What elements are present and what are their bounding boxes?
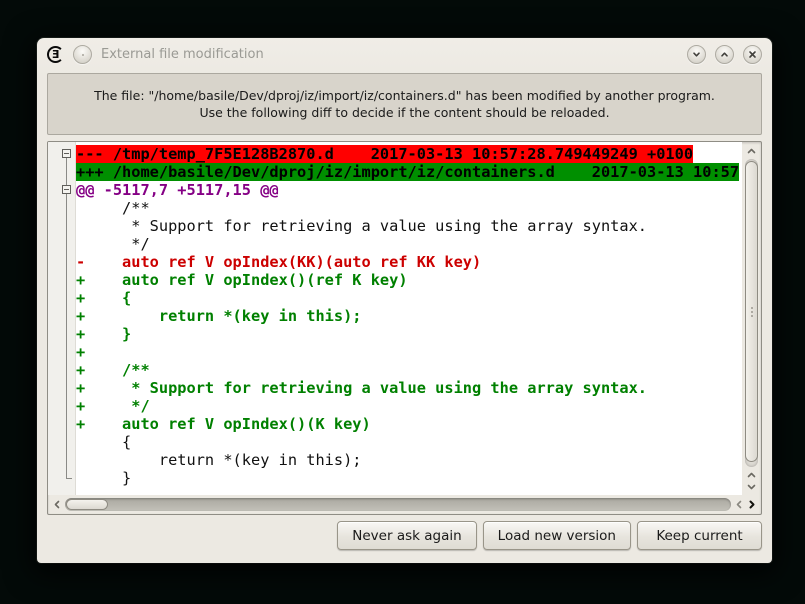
fold-collapse-icon[interactable] [62, 185, 71, 194]
dialog-button-row: Never ask again Load new version Keep cu… [47, 521, 762, 550]
diff-line-text: + { [76, 289, 131, 307]
diff-line-text: + [76, 343, 85, 361]
diff-line: - auto ref V opIndex(KK)(auto ref KK key… [48, 253, 742, 271]
scroll-up-icon[interactable] [746, 145, 757, 157]
diff-line: + auto ref V opIndex()(ref K key) [48, 271, 742, 289]
diff-line-text: --- /tmp/temp_7F5E128B2870.d 2017-03-13 … [76, 145, 693, 163]
scroll-down-icon[interactable] [746, 481, 757, 493]
diff-line-text: +++ /home/basile/Dev/dproj/iz/import/iz/… [76, 163, 739, 181]
diff-line-text: + } [76, 325, 131, 343]
load-new-version-button[interactable]: Load new version [483, 521, 631, 550]
app-icon: Ǝ [47, 46, 64, 63]
diff-line-text: + auto ref V opIndex()(ref K key) [76, 271, 408, 289]
diff-line: + * Support for retrieving a value using… [48, 379, 742, 397]
window-menu-button[interactable] [73, 45, 92, 64]
diff-line: * Support for retrieving a value using t… [48, 217, 742, 235]
keep-current-button[interactable]: Keep current [637, 521, 762, 550]
diff-line: + [48, 343, 742, 361]
diff-line: + return *(key in this); [48, 307, 742, 325]
diff-line: + } [48, 325, 742, 343]
diff-line-text: /** [76, 199, 150, 217]
scroll-up-icon-bottom[interactable] [746, 469, 757, 481]
fold-collapse-icon[interactable] [62, 149, 71, 158]
diff-line-text: + */ [76, 397, 150, 415]
window-title: External file modification [101, 47, 264, 62]
diff-line: @@ -5117,7 +5117,15 @@ [48, 181, 742, 199]
maximize-button[interactable] [715, 45, 734, 64]
minimize-button[interactable] [687, 45, 706, 64]
diff-line-text: + * Support for retrieving a value using… [76, 379, 647, 397]
diff-line-text: * Support for retrieving a value using t… [76, 217, 647, 235]
diff-view: --- /tmp/temp_7F5E128B2870.d 2017-03-13 … [47, 141, 762, 515]
diff-line: + /** [48, 361, 742, 379]
diff-line-text: + return *(key in this); [76, 307, 362, 325]
titlebar[interactable]: Ǝ External file modification [37, 38, 772, 71]
diff-lines: --- /tmp/temp_7F5E128B2870.d 2017-03-13 … [48, 142, 742, 487]
diff-line-text: */ [76, 235, 150, 253]
horizontal-scrollbar-thumb[interactable] [66, 499, 108, 510]
diff-line: } [48, 469, 742, 487]
horizontal-scrollbar[interactable] [48, 495, 761, 514]
diff-main: --- /tmp/temp_7F5E128B2870.d 2017-03-13 … [48, 142, 761, 495]
diff-line-text: return *(key in this); [76, 451, 362, 469]
vertical-scrollbar-thumb[interactable] [745, 161, 758, 462]
diff-line-text: @@ -5117,7 +5117,15 @@ [76, 181, 279, 199]
diff-line: /** [48, 199, 742, 217]
diff-line-text: - auto ref V opIndex(KK)(auto ref KK key… [76, 253, 481, 271]
chevron-down-icon [691, 49, 702, 60]
window-controls [687, 45, 762, 64]
scroll-left-icon-right[interactable] [734, 499, 744, 510]
diff-line-text: + /** [76, 361, 150, 379]
message-panel: The file: "/home/basile/Dev/dproj/iz/imp… [47, 73, 762, 135]
diff-line: */ [48, 235, 742, 253]
diff-line: { [48, 433, 742, 451]
diff-line: + */ [48, 397, 742, 415]
message-line2: Use the following diff to decide if the … [199, 105, 609, 120]
diff-line: + { [48, 289, 742, 307]
diff-line: --- /tmp/temp_7F5E128B2870.d 2017-03-13 … [48, 145, 742, 163]
close-icon [747, 49, 758, 60]
chevron-up-icon [719, 49, 730, 60]
diff-line-text: + auto ref V opIndex()(K key) [76, 415, 371, 433]
diff-line: + auto ref V opIndex()(K key) [48, 415, 742, 433]
diff-line: return *(key in this); [48, 451, 742, 469]
vertical-scrollbar-track[interactable] [745, 159, 758, 467]
diff-line: +++ /home/basile/Dev/dproj/iz/import/iz/… [48, 163, 742, 181]
horizontal-scrollbar-track[interactable] [65, 498, 731, 511]
never-ask-again-button[interactable]: Never ask again [337, 521, 476, 550]
diff-text-area[interactable]: --- /tmp/temp_7F5E128B2870.d 2017-03-13 … [48, 142, 742, 495]
close-button[interactable] [743, 45, 762, 64]
dialog-window: Ǝ External file modification The file: "… [37, 38, 772, 563]
scroll-left-icon[interactable] [52, 499, 62, 510]
diff-line-text: { [76, 433, 131, 451]
message-line1: The file: "/home/basile/Dev/dproj/iz/imp… [94, 88, 715, 103]
diff-line-text: } [76, 469, 131, 487]
scroll-right-icon[interactable] [747, 499, 757, 510]
vertical-scrollbar[interactable] [742, 142, 761, 495]
